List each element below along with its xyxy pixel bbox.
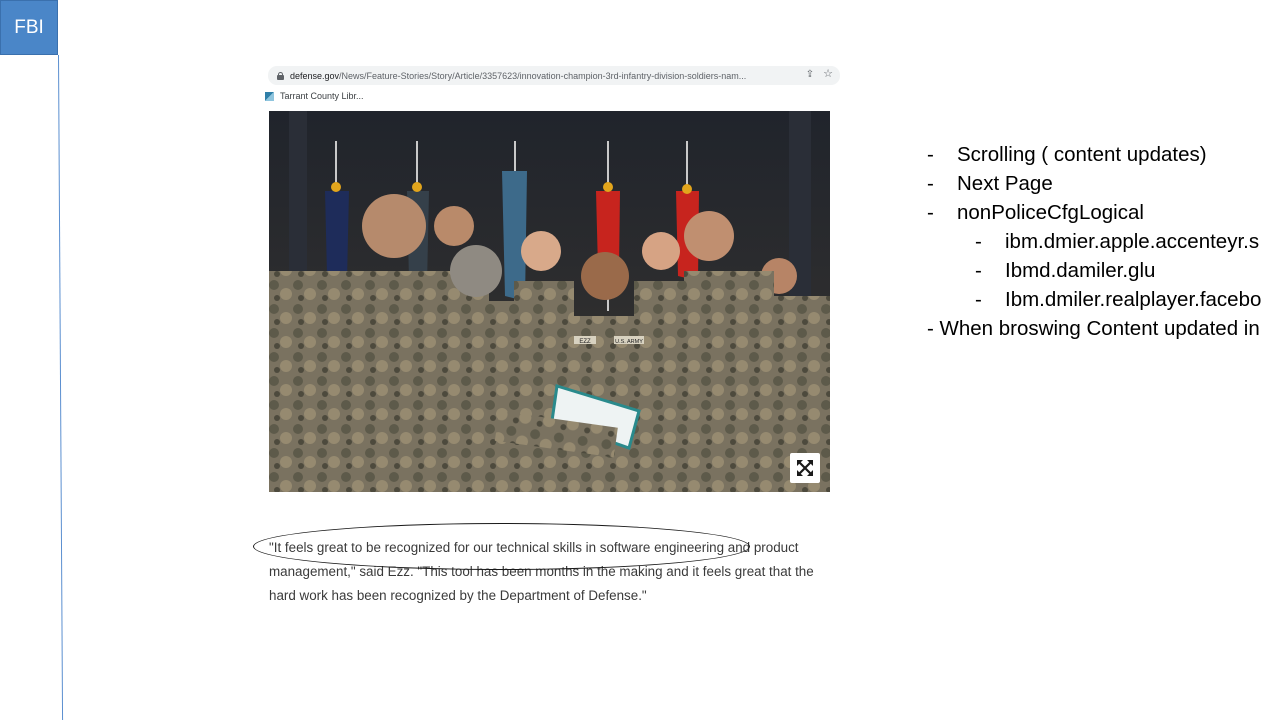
share-icon[interactable]: ⇪ [804,69,816,81]
expand-icon [797,460,813,476]
lock-icon[interactable] [277,71,284,80]
caption-line: hard work has been recognized by the Dep… [269,588,647,603]
bullet-dash: - [975,230,982,253]
url-text[interactable]: defense.gov/News/Feature-Stories/Story/A… [290,71,798,81]
article-photo: EZZ U.S. ARMY [269,111,830,492]
name-tag: EZZ [579,339,591,345]
bookmark-label: Tarrant County Libr... [280,91,364,101]
bullet-dash: - [975,288,982,311]
address-bar[interactable]: defense.gov/News/Feature-Stories/Story/A… [268,66,840,85]
expand-button[interactable] [790,453,820,483]
note-text: Scrolling ( content updates) [957,143,1207,166]
note-text: - When broswing Content updated in [927,317,1260,340]
fbi-badge: FBI [0,0,58,55]
uniform-tape: U.S. ARMY [615,339,643,345]
url-domain: defense.gov [290,70,340,81]
photo-illustration: EZZ U.S. ARMY [269,111,830,492]
note-text: Next Page [957,172,1053,195]
vertical-divider [58,55,64,720]
bullet-dash: - [975,259,982,282]
bullet-dash: - [927,201,934,224]
note-text: Ibm.dmiler.realplayer.facebo [1005,288,1262,311]
note-text: nonPoliceCfgLogical [957,201,1144,224]
bookmark-favicon-icon [265,91,274,101]
note-text: ibm.dmier.apple.accenteyr.s [1005,230,1260,253]
star-icon[interactable]: ☆ [822,68,834,80]
url-path: /News/Feature-Stories/Story/Article/3357… [339,70,747,81]
bullet-dash: - [927,172,934,195]
highlight-ellipse [253,523,750,570]
note-text: Ibmd.damiler.glu [1005,259,1156,282]
bullet-dash: - [927,143,934,166]
bookmark-item[interactable]: Tarrant County Libr... [265,91,364,101]
